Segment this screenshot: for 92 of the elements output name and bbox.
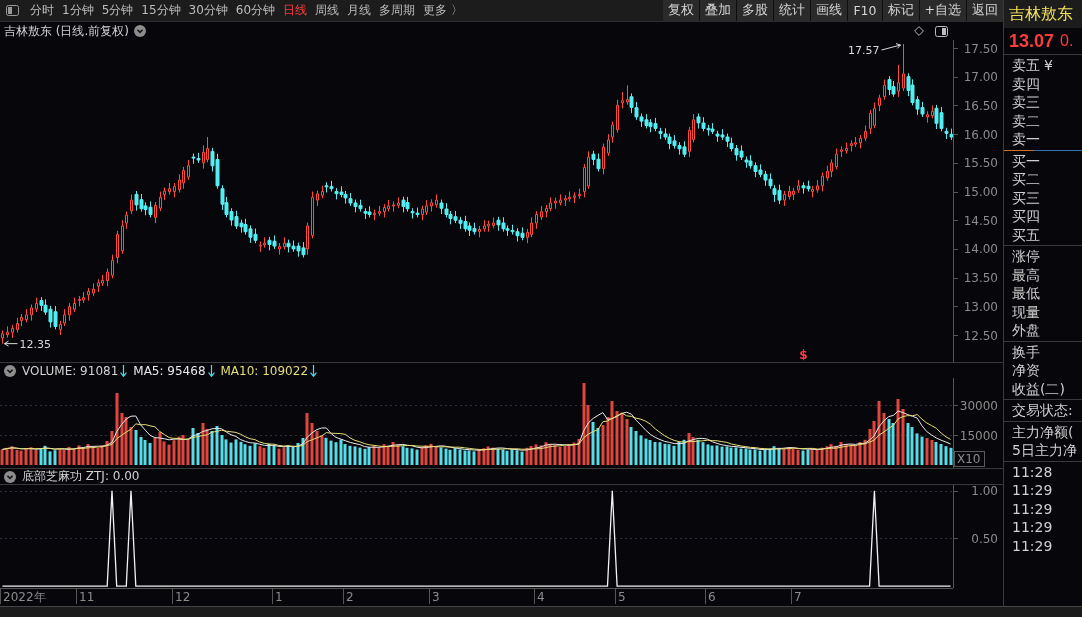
axis-label: 2022年 (3, 590, 46, 604)
period-tab[interactable]: 30分钟 (184, 0, 232, 21)
axis-label: 4 (537, 590, 545, 604)
axis-label: 17.50 (963, 41, 998, 56)
chevron-down-icon[interactable] (134, 25, 146, 37)
arrow-icon (881, 43, 901, 51)
chevron-down-icon[interactable] (4, 364, 16, 377)
order-level-label: 卖三 (1012, 93, 1040, 112)
axis-label: 12.50 (963, 328, 998, 343)
quote-field-label: 收益(二) (1012, 379, 1065, 398)
period-tab[interactable]: 周线 (311, 0, 344, 21)
price-change: 0. (1060, 32, 1074, 50)
toolbar-button[interactable]: +自选 (919, 0, 966, 21)
axis-label: 7 (794, 590, 802, 604)
scale-multiplier-badge: X10 (954, 451, 985, 467)
period-tab[interactable]: 月线 (343, 0, 376, 21)
trade-time: 11:29 (1012, 499, 1053, 518)
order-level-label: 卖五 (1012, 56, 1040, 75)
sidebar-toggle-icon[interactable] (6, 5, 19, 16)
toolbar-button[interactable]: 画线 (811, 0, 848, 21)
order-level-label: 买二 (1012, 170, 1040, 189)
axis-label: 1.00 (971, 485, 998, 499)
quote-field-label: 5日主力净 (1012, 441, 1077, 460)
quote-field-label: 换手 (1012, 342, 1040, 361)
indicator-title: 底部芝麻功 ZTJ: 0.00 (22, 468, 140, 485)
period-tab[interactable]: 多周期 (375, 0, 420, 21)
toolbar-button[interactable]: 复权 (663, 0, 700, 21)
axis-label: 17.00 (963, 70, 998, 85)
quote-field-label: 现量 (1012, 302, 1040, 321)
toolbar-button[interactable]: F10 (848, 0, 882, 21)
trade-time: 11:29 (1012, 481, 1053, 500)
current-price: 13.07 (1009, 30, 1055, 52)
stock-name: 吉林敖东 (1004, 0, 1082, 28)
trade-time: 11:29 (1012, 536, 1053, 555)
period-tab[interactable]: 日线 (279, 0, 312, 21)
toolbar-button[interactable]: 叠加 (700, 0, 737, 21)
period-tab[interactable]: 分时 (26, 0, 58, 21)
axis-label: 14.00 (963, 242, 998, 257)
order-level-label: 买一 (1012, 151, 1040, 170)
axis-label: 16.00 (963, 127, 998, 142)
quote-field-label: 涨停 (1012, 247, 1040, 266)
toolbar-button[interactable]: 统计 (774, 0, 811, 21)
currency-label: ¥ (1044, 56, 1053, 75)
period-tab[interactable]: 60分钟 (231, 0, 280, 21)
panel-toggle-icon[interactable] (935, 25, 948, 37)
diamond-icon[interactable] (914, 26, 924, 36)
axis-label: 13.50 (963, 271, 998, 286)
event-marker: $ (799, 348, 808, 362)
trade-status-label: 交易状态: (1012, 401, 1073, 420)
price-label: 17.57 (848, 44, 880, 57)
trade-time: 11:28 (1012, 462, 1053, 481)
period-tab[interactable]: 5分钟 (97, 0, 138, 21)
axis-label: 2 (346, 590, 354, 604)
axis-label: 5 (618, 590, 626, 604)
chevron-down-icon[interactable] (4, 470, 16, 483)
order-level-label: 买四 (1012, 207, 1040, 226)
legend-value: : 109022 (254, 363, 309, 378)
axis-label: 15000 (959, 428, 998, 443)
order-level-label: 买五 (1012, 225, 1040, 244)
axis-label: 0.50 (971, 531, 998, 546)
order-level-label: 卖一 (1012, 130, 1040, 149)
legend-value: : 91081 (72, 363, 119, 378)
price-label: 12.35 (19, 338, 51, 352)
arrow-icon (4, 340, 18, 347)
axis-label: 13.00 (963, 299, 998, 314)
quote-field-label: 净资 (1012, 361, 1040, 380)
toolbar-button[interactable]: 标记 (882, 0, 919, 21)
axis-label: 1 (275, 590, 283, 604)
axis-label: 15.50 (963, 156, 998, 171)
quote-field-label: 最高 (1012, 265, 1040, 284)
legend-value: : 95468 (159, 363, 206, 378)
order-level-label: 卖四 (1012, 74, 1040, 93)
period-tab[interactable]: 15分钟 (137, 0, 185, 21)
trade-time: 11:29 (1012, 518, 1053, 537)
axis-label: 15.00 (963, 185, 998, 200)
axis-label: 16.50 (963, 98, 998, 113)
toolbar-button[interactable]: 多股 (737, 0, 774, 21)
order-level-label: 买三 (1012, 188, 1040, 207)
axis-label: 30000 (959, 398, 998, 413)
quote-field-label: 主力净额( (1012, 422, 1074, 441)
axis-label: 11 (79, 590, 95, 604)
period-tab[interactable]: 1分钟 (58, 0, 98, 21)
toolbar-button[interactable]: 返回 (967, 0, 1003, 21)
chart-title: 吉林敖东 (日线.前复权) (4, 22, 129, 40)
axis-label: 6 (708, 590, 716, 604)
order-level-label: 卖二 (1012, 111, 1040, 130)
quote-field-label: 外盘 (1012, 321, 1040, 340)
period-tab[interactable]: 更多 〉 (419, 0, 467, 21)
axis-label: 14.50 (963, 213, 998, 228)
axis-label: 3 (432, 590, 440, 604)
quote-field-label: 最低 (1012, 284, 1040, 303)
axis-label: 12 (175, 590, 191, 604)
